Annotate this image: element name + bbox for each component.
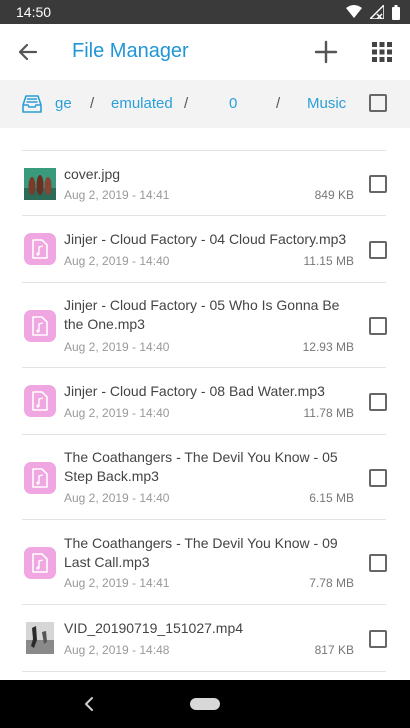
breadcrumb-item-music[interactable]: Music — [307, 95, 346, 112]
file-date: Aug 2, 2019 - 14:40 — [64, 340, 170, 354]
breadcrumb-item-0[interactable]: 0 — [229, 95, 237, 112]
audio-file-icon — [24, 385, 56, 417]
breadcrumb-item-storage[interactable]: ge — [55, 95, 72, 112]
system-nav-bar — [0, 680, 410, 728]
file-name: cover.jpg — [64, 166, 121, 182]
file-date: Aug 2, 2019 - 14:40 — [64, 254, 170, 268]
file-size: 11.78 MB — [303, 406, 354, 420]
battery-icon — [392, 4, 400, 20]
app-bar: File Manager — [0, 24, 410, 80]
video-thumbnail — [26, 622, 54, 654]
file-size: 12.93 MB — [302, 340, 354, 354]
audio-file-icon — [24, 233, 56, 265]
image-thumbnail — [24, 168, 56, 200]
list-item[interactable]: Jinjer - Cloud Factory - 04 Cloud Factor… — [0, 216, 410, 283]
file-size: 817 KB — [314, 643, 354, 657]
file-size: 7.78 MB — [309, 576, 354, 590]
nav-back-icon[interactable] — [82, 694, 96, 714]
no-signal-icon — [370, 5, 384, 19]
file-date: Aug 2, 2019 - 14:41 — [64, 188, 170, 202]
file-checkbox[interactable] — [369, 630, 387, 648]
status-icons — [346, 4, 400, 20]
audio-file-icon — [24, 462, 56, 494]
status-time: 14:50 — [16, 4, 52, 20]
file-name: The Coathangers - The Devil You Know - 0… — [64, 535, 338, 570]
file-size: 6.15 MB — [309, 491, 354, 505]
breadcrumb-item-emulated[interactable]: emulated — [111, 95, 173, 112]
breadcrumb-separator: / — [184, 95, 189, 112]
file-list: cover.jpg Aug 2, 2019 - 14:41 849 KB Jin… — [0, 128, 410, 680]
file-checkbox[interactable] — [369, 241, 387, 259]
file-checkbox[interactable] — [369, 469, 387, 487]
audio-file-icon — [24, 547, 56, 579]
file-date: Aug 2, 2019 - 14:48 — [64, 643, 170, 657]
status-bar: 14:50 — [0, 0, 410, 24]
file-name: Jinjer - Cloud Factory - 08 Bad Water.mp… — [64, 383, 325, 399]
file-date: Aug 2, 2019 - 14:40 — [64, 406, 170, 420]
file-checkbox[interactable] — [369, 175, 387, 193]
nav-home-pill[interactable] — [190, 698, 220, 710]
wifi-icon — [346, 5, 362, 18]
grid-view-icon[interactable] — [368, 38, 396, 66]
breadcrumb-separator: / — [276, 95, 281, 112]
add-icon[interactable] — [312, 38, 340, 66]
file-date: Aug 2, 2019 - 14:40 — [64, 491, 170, 505]
select-all-checkbox[interactable] — [369, 94, 387, 112]
file-name: The Coathangers - The Devil You Know - 0… — [64, 449, 338, 484]
back-arrow-icon[interactable] — [14, 38, 42, 66]
file-checkbox[interactable] — [369, 317, 387, 335]
list-item[interactable]: The Coathangers - The Devil You Know - 0… — [0, 435, 410, 520]
page-title: File Manager — [72, 40, 189, 62]
file-name: VID_20190719_151027.mp4 — [64, 620, 244, 636]
list-item[interactable]: The Coathangers - The Devil You Know - 0… — [0, 520, 410, 605]
divider — [22, 671, 386, 672]
file-size: 11.15 MB — [303, 254, 354, 268]
file-name: Jinjer - Cloud Factory - 04 Cloud Factor… — [64, 231, 347, 247]
storage-icon[interactable] — [20, 92, 44, 116]
breadcrumb: ge / emulated / 0 / Music — [0, 80, 410, 128]
list-item[interactable]: Jinjer - Cloud Factory - 08 Bad Water.mp… — [0, 368, 410, 435]
file-checkbox[interactable] — [369, 393, 387, 411]
list-item[interactable]: VID_20190719_151027.mp4 Aug 2, 2019 - 14… — [0, 605, 410, 672]
file-size: 849 KB — [314, 188, 354, 202]
list-item[interactable]: Jinjer - Cloud Factory - 05 Who Is Gonna… — [0, 283, 410, 368]
file-date: Aug 2, 2019 - 14:41 — [64, 576, 170, 590]
breadcrumb-separator: / — [90, 95, 95, 112]
file-name: Jinjer - Cloud Factory - 05 Who Is Gonna… — [64, 297, 340, 332]
list-item[interactable]: cover.jpg Aug 2, 2019 - 14:41 849 KB — [0, 151, 410, 216]
file-checkbox[interactable] — [369, 554, 387, 572]
audio-file-icon — [24, 310, 56, 342]
